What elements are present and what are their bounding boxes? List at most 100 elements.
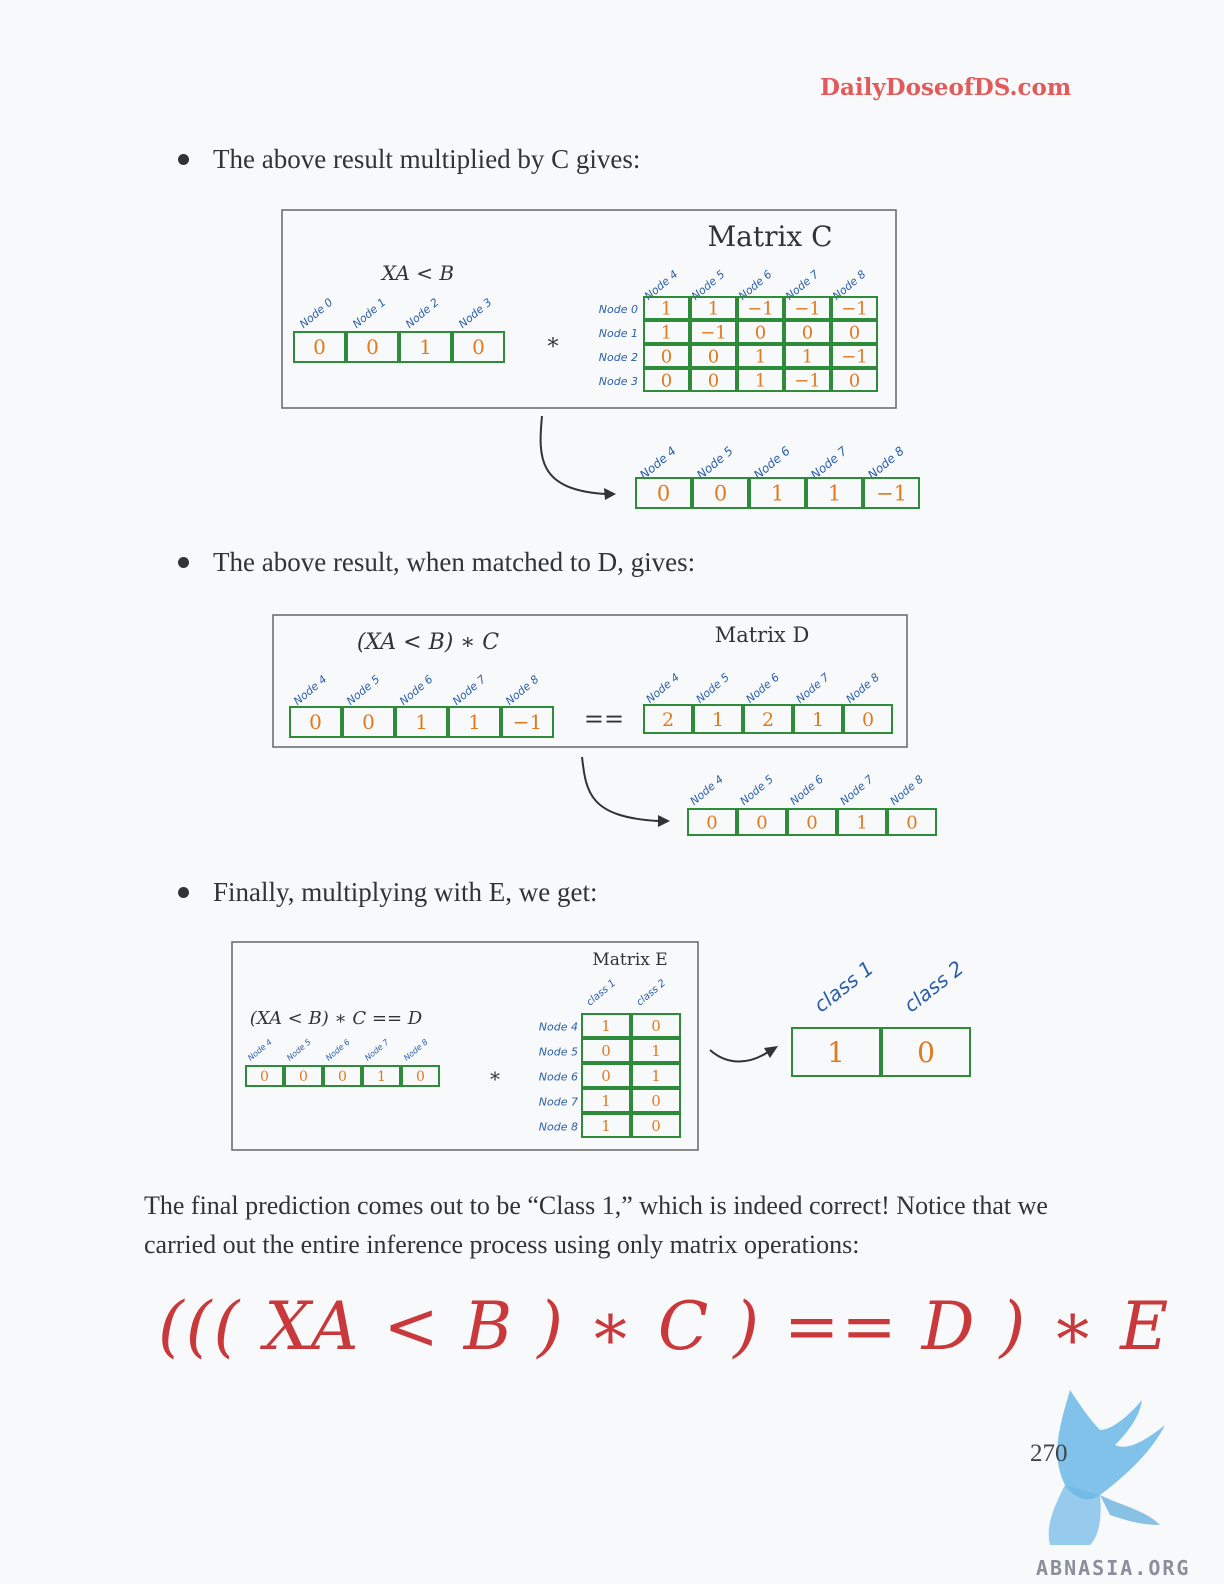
result-vector-cell-value: 0: [806, 812, 817, 833]
result-vector-cell-value: 0: [706, 812, 717, 833]
result-vector-column-label: Node 4: [688, 773, 726, 808]
matrix-e-cell-value: 0: [601, 1042, 611, 1060]
matrix-e-row-label: Node 7: [539, 1095, 578, 1108]
matrix-c-cell-value: −1: [794, 370, 821, 391]
class-result-cell-value: 0: [917, 1036, 935, 1069]
left-vector-column-label: Node 6: [324, 1037, 352, 1062]
matrix-d-column-label: Node 5: [694, 671, 732, 706]
matrix-e-cell-value: 1: [601, 1092, 611, 1110]
left-vector-cell-value: 0: [309, 710, 322, 734]
inference-formula: ((( XA < B ) ∗ C ) == D ) ∗ E: [158, 1288, 1171, 1365]
result-vector-cell-value: 0: [714, 482, 727, 506]
matrix-e-row-label: Node 8: [539, 1120, 578, 1133]
left-vector-cell-value: 1: [415, 710, 428, 734]
matrix-d-cell-value: 2: [662, 709, 674, 731]
matrix-d-column-label: Node 6: [744, 671, 782, 706]
left-vector-cell-value: 0: [338, 1069, 347, 1085]
bullet-dot-icon: [178, 557, 189, 568]
result-vector-column-label: Node 4: [637, 444, 679, 482]
left-vector-column-label: Node 7: [450, 673, 488, 708]
matrix-c-cell-value: 0: [755, 322, 766, 343]
left-vector-column-label: Node 4: [246, 1037, 274, 1062]
matrix-e-cell-value: 1: [651, 1042, 661, 1060]
matrix-c-cell-value: 0: [849, 370, 860, 391]
left-vector-cell-value: −1: [513, 710, 542, 734]
matrix-c-cell-value: 1: [661, 298, 672, 319]
result-vector-cell-value: 0: [657, 482, 670, 506]
matrix-c-cell-value: −1: [794, 298, 821, 319]
multiply-operator: *: [490, 1067, 500, 1091]
matrix-c-cell-value: 1: [661, 322, 672, 343]
left-vector-cell-value: 0: [362, 710, 375, 734]
expression-label: XA < B: [380, 261, 454, 285]
left-vector-cell-value: 1: [419, 335, 432, 359]
matrix-title: Matrix C: [707, 220, 832, 253]
result-arrow-head: [658, 815, 670, 827]
class-result-cell-value: 1: [827, 1036, 845, 1069]
matrix-d-cell-value: 1: [812, 709, 824, 731]
result-vector-column-label: Node 6: [751, 444, 793, 482]
matrix-c-cell-value: 1: [755, 370, 766, 391]
result-vector-cell-value: 1: [771, 482, 784, 506]
left-vector-column-label: Node 8: [402, 1037, 430, 1062]
matrix-c-cell-value: 1: [755, 346, 766, 367]
matrix-c-cell-value: 0: [708, 346, 719, 367]
matrix-e-cell-value: 0: [601, 1067, 611, 1085]
matrix-e-row-label: Node 6: [539, 1070, 578, 1083]
equals-operator: ==: [584, 705, 624, 733]
result-vector-cell-value: −1: [876, 482, 907, 506]
result-vector-cell-value: 1: [856, 812, 867, 833]
result-vector-column-label: Node 8: [865, 444, 907, 482]
result-vector-column-label: Node 7: [808, 444, 850, 482]
matrix-d-column-label: Node 7: [794, 671, 832, 706]
result-arrow: [539, 415, 607, 495]
left-vector-cell-value: 0: [416, 1069, 425, 1085]
bullet-dot-icon: [178, 154, 189, 165]
result-vector-column-label: Node 8: [888, 773, 926, 808]
left-vector-cell-value: 0: [366, 335, 379, 359]
watermark-text: ABNASIA.ORG: [1036, 1556, 1191, 1580]
page-number: 270: [1030, 1440, 1068, 1467]
class-column-label: class 2: [899, 956, 968, 1017]
matrix-e-column-label: class 1: [585, 978, 618, 1009]
bullet-item-3: Finally, multiplying with E, we get:: [178, 877, 597, 908]
bullet-item-2: The above result, when matched to D, giv…: [178, 547, 695, 578]
matrix-c-row-label: Node 3: [599, 375, 638, 388]
left-vector-column-label: Node 0: [297, 296, 335, 331]
expression-label: (XA < B) ∗ C: [357, 630, 499, 655]
matrix-d-column-label: Node 8: [844, 671, 882, 706]
class-column-label: class 1: [809, 956, 878, 1017]
matrix-c-cell-value: −1: [747, 298, 774, 319]
matrix-c-cell-value: 0: [661, 346, 672, 367]
result-arrow: [709, 1049, 769, 1063]
matrix-d-cell-value: 2: [762, 709, 774, 731]
bullet-item-1: The above result multiplied by C gives:: [178, 144, 640, 175]
left-vector-cell-value: 0: [260, 1069, 269, 1085]
matrix-c-row-label: Node 0: [599, 303, 638, 316]
matrix-c-cell-value: 1: [802, 346, 813, 367]
result-vector-cell-value: 0: [906, 812, 917, 833]
matrix-c-cell-value: 0: [708, 370, 719, 391]
result-arrow: [581, 756, 659, 822]
figure-matrix-e: (XA < B) ∗ C == D Node 4 Node 5 Node 6 Node …: [231, 941, 971, 1151]
bullet-dot-icon: [178, 887, 189, 898]
result-vector-cell-value: 0: [756, 812, 767, 833]
left-vector-cell-value: 0: [313, 335, 326, 359]
matrix-c-row-label: Node 2: [599, 351, 638, 364]
left-vector-column-label: Node 5: [285, 1037, 313, 1062]
matrix-title: Matrix D: [715, 623, 810, 647]
brand-link[interactable]: DailyDoseofDS.com: [820, 74, 1080, 101]
matrix-d-cell-value: 0: [862, 709, 874, 731]
result-vector-column-label: Node 5: [694, 444, 736, 482]
left-vector-cell-value: 1: [377, 1069, 386, 1085]
matrix-c-cell-value: 0: [849, 322, 860, 343]
matrix-c-cell-value: −1: [841, 298, 868, 319]
matrix-e-cell-value: 0: [651, 1117, 661, 1135]
matrix-c-cell-value: −1: [841, 346, 868, 367]
matrix-e-row-label: Node 5: [539, 1045, 578, 1058]
matrix-d-cell-value: 1: [712, 709, 724, 731]
matrix-c-row-label: Node 1: [599, 327, 638, 340]
matrix-e-cell-value: 1: [601, 1017, 611, 1035]
bullet-text-2: The above result, when matched to D, giv…: [213, 547, 696, 577]
left-vector-column-label: Node 6: [397, 673, 435, 708]
